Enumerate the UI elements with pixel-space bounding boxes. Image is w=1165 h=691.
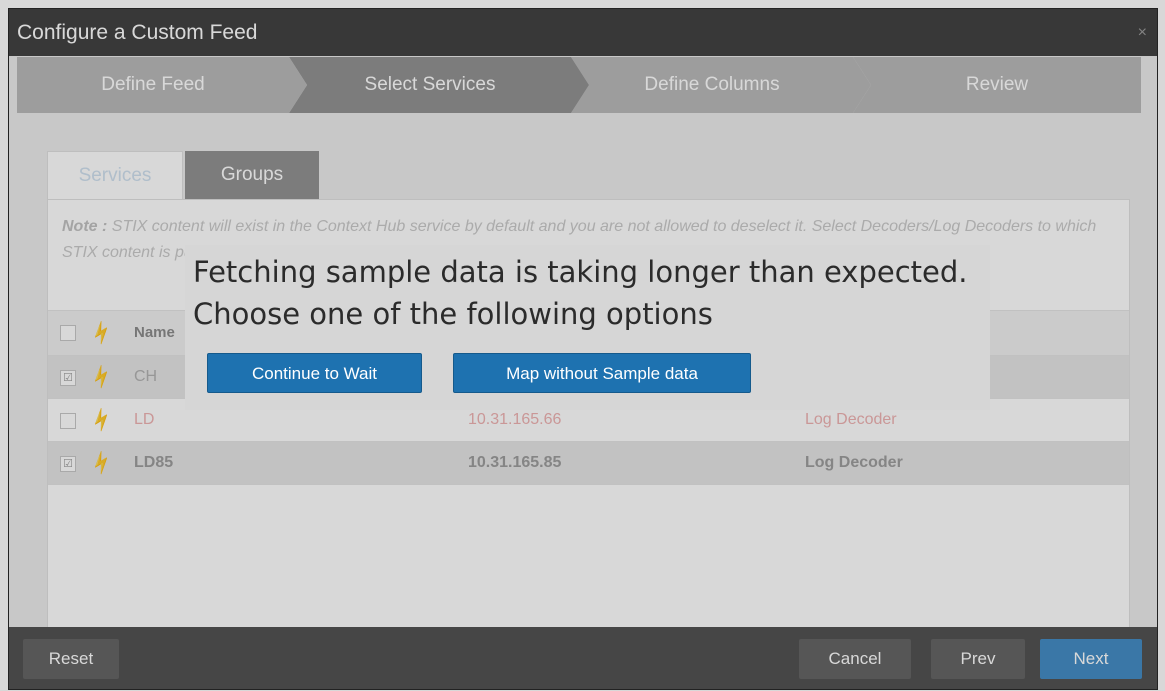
map-without-sample-data-button[interactable]: Map without Sample data — [453, 353, 751, 393]
message-line-2: Choose one of the following options — [193, 297, 713, 331]
sample-data-message: Fetching sample data is taking longer th… — [185, 245, 990, 410]
message-line-1: Fetching sample data is taking longer th… — [193, 255, 968, 289]
continue-to-wait-button[interactable]: Continue to Wait — [207, 353, 422, 393]
